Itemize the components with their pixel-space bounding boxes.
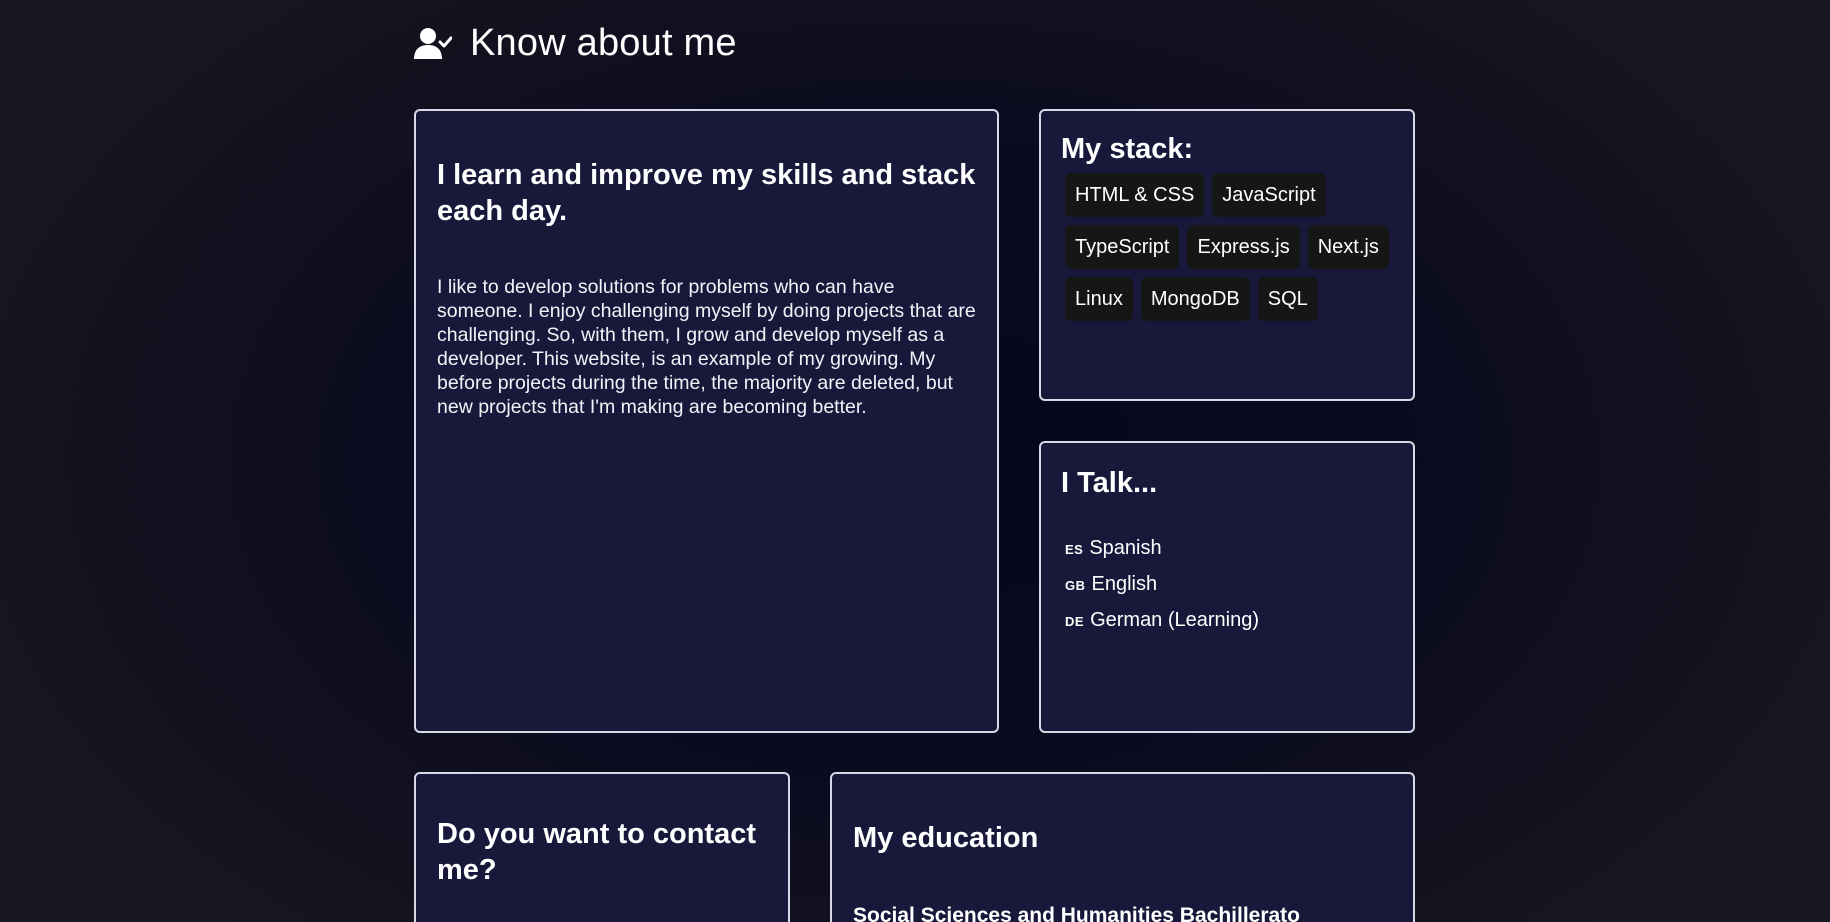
stack-heading: My stack: <box>1061 133 1194 165</box>
stack-chip: MongoDB <box>1140 277 1250 321</box>
about-card: I learn and improve my skills and stack … <box>414 109 999 733</box>
stack-chip: JavaScript <box>1212 173 1326 217</box>
contact-heading: Do you want to contact me? <box>437 818 756 886</box>
education-heading: My education <box>853 822 1039 854</box>
section-header: Know about me <box>414 22 737 65</box>
stack-chip: Express.js <box>1187 225 1300 269</box>
flag-gb-icon: GB <box>1065 578 1086 593</box>
flag-es-icon: ES <box>1065 542 1084 557</box>
language-item: ES Spanish <box>1065 531 1393 567</box>
about-heading: I learn and improve my skills and stack … <box>437 159 976 227</box>
stack-chip: Linux <box>1065 277 1133 321</box>
language-name: English <box>1091 573 1158 595</box>
language-item: GB English <box>1065 567 1393 603</box>
education-item-title: Social Sciences and Humanities Bachiller… <box>853 904 1300 922</box>
stack-chip: Next.js <box>1307 225 1389 269</box>
languages-card: I Talk... ES Spanish GB English DE Germa… <box>1039 441 1415 733</box>
user-check-icon <box>414 27 452 61</box>
language-item: DE German (Learning) <box>1065 603 1393 639</box>
languages-list: ES Spanish GB English DE German (Learnin… <box>1061 531 1393 639</box>
language-name: Spanish <box>1089 537 1162 559</box>
stack-chip-list: HTML & CSS JavaScript TypeScript Express… <box>1061 173 1391 321</box>
flag-de-icon: DE <box>1065 614 1085 629</box>
education-card: My education Social Sciences and Humanit… <box>830 772 1415 922</box>
contact-card: Do you want to contact me? <box>414 772 790 922</box>
stack-chip: HTML & CSS <box>1065 173 1205 217</box>
stack-card: My stack: HTML & CSS JavaScript TypeScri… <box>1039 109 1415 401</box>
stack-chip: TypeScript <box>1065 225 1180 269</box>
stack-chip: SQL <box>1257 277 1318 321</box>
page-title: Know about me <box>470 22 737 64</box>
language-name: German (Learning) <box>1090 609 1260 631</box>
about-description: I like to develop solutions for problems… <box>437 276 976 418</box>
languages-heading: I Talk... <box>1061 467 1158 499</box>
